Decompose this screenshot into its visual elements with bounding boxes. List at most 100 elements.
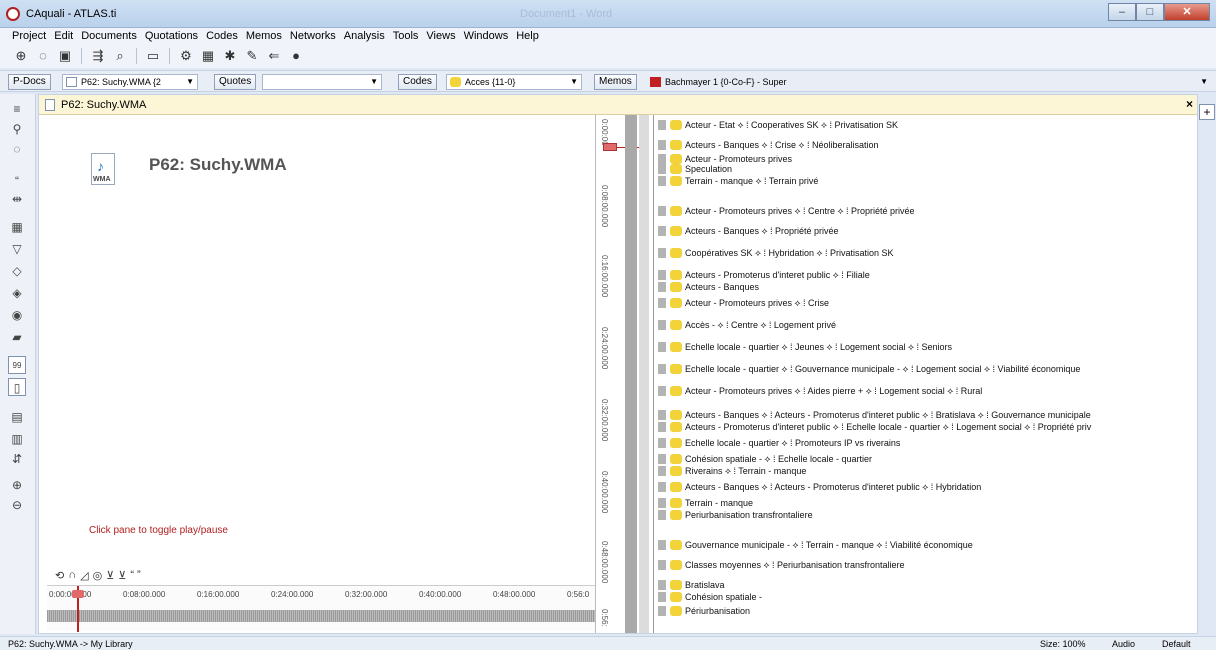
margin-code-row[interactable]: Echelle locale - quartier ⟡ ⁞ Jeunes ⟡ ⁞… (658, 341, 952, 353)
split-view-icon[interactable]: ▤ (8, 408, 26, 426)
margin-code-row[interactable]: Accès - ⟡ ⁞ Centre ⟡ ⁞ Logement privé (658, 319, 836, 331)
settings-icon[interactable]: ◎ (93, 569, 103, 582)
quotation-bracket[interactable] (658, 342, 666, 352)
mark-start-icon[interactable]: ⊻ (106, 569, 114, 582)
audio-timeline[interactable]: 0:00:00.000 0:08:00.000 0:16:00.000 0:24… (47, 585, 595, 632)
bomb-icon[interactable]: ● (287, 47, 305, 65)
quotation-bracket[interactable] (658, 386, 666, 396)
menu-analysis[interactable]: Analysis (340, 28, 389, 44)
code-grid-icon[interactable]: ▦ (8, 218, 26, 236)
code-circle-icon[interactable]: ◉ (8, 306, 26, 324)
memos-button[interactable]: Memos (594, 74, 637, 90)
margin-code-row[interactable]: Acteurs - Promoterus d'interet public ⟡ … (658, 269, 870, 281)
search-binoculars-icon[interactable]: ⌕ (111, 47, 129, 65)
media-player-pane[interactable]: ♪ WMA P62: Suchy.WMA Click pane to toggl… (47, 115, 595, 633)
quotation-bracket[interactable] (658, 226, 666, 236)
split-horizontal-icon[interactable]: ▥ (8, 430, 26, 448)
margin-code-row[interactable]: Périurbanisation (658, 605, 750, 617)
font-size-icon[interactable]: 99 (8, 356, 26, 374)
minimize-button[interactable]: – (1108, 3, 1136, 21)
menu-memos[interactable]: Memos (242, 28, 286, 44)
quotation-bar-light[interactable] (639, 115, 649, 633)
margin-code-row[interactable]: Coopératives SK ⟡ ⁞ Hybridation ⟡ ⁞ Priv… (658, 247, 894, 259)
margin-code-row[interactable]: Acteurs - Banques (658, 281, 759, 293)
margin-code-row[interactable]: Gouvernance municipale - ⟡ ⁞ Terrain - m… (658, 539, 973, 551)
query-tool-icon[interactable]: ⚙ (177, 47, 195, 65)
quotation-bracket[interactable] (658, 298, 666, 308)
quotation-bracket[interactable] (658, 438, 666, 448)
back-arrow-icon[interactable]: ⇐ (265, 47, 283, 65)
quote-selector[interactable]: ▼ (262, 74, 382, 90)
quotation-bracket[interactable] (658, 248, 666, 258)
margin-code-row[interactable]: Bratislava (658, 579, 725, 591)
list-icon[interactable]: ≡ (8, 100, 26, 118)
quotation-bracket[interactable] (658, 422, 666, 432)
menu-tools[interactable]: Tools (389, 28, 423, 44)
quotation-bracket[interactable] (658, 560, 666, 570)
close-document-icon[interactable]: × (1186, 97, 1193, 111)
quotation-bracket[interactable] (658, 282, 666, 292)
margin-toggle-icon[interactable]: ▯ (8, 378, 26, 396)
close-button[interactable]: ✕ (1164, 3, 1210, 21)
mark-end-icon[interactable]: ⊻ (118, 569, 126, 582)
quotation-bracket[interactable] (658, 410, 666, 420)
quotation-bracket[interactable] (658, 606, 666, 616)
quotation-bracket[interactable] (658, 364, 666, 374)
pdocs-button[interactable]: P-Docs (8, 74, 51, 90)
code-selector[interactable]: Acces {11-0} ▼ (446, 74, 582, 90)
margin-code-row[interactable]: Acteur - Etat ⟡ ⁞ Cooperatives SK ⟡ ⁞ Pr… (658, 119, 898, 131)
waveform[interactable] (47, 610, 595, 622)
quotation-bracket[interactable] (658, 466, 666, 476)
menu-windows[interactable]: Windows (460, 28, 513, 44)
margin-code-row[interactable]: Acteur - Promoteurs prives ⟡ ⁞ Aides pie… (658, 385, 982, 397)
volume-icon[interactable]: ◿ (80, 569, 88, 582)
quotation-bracket[interactable] (658, 206, 666, 216)
code-filter-icon[interactable]: ▽ (8, 240, 26, 258)
pdoc-selector[interactable]: P62: Suchy.WMA {2 ▼ (62, 74, 198, 90)
tools-wrench-icon[interactable]: ✎ (243, 47, 261, 65)
margin-code-row[interactable]: Terrain - manque ⟡ ⁞ Terrain privé (658, 175, 818, 187)
status-zoom[interactable]: Size: 100% (1040, 639, 1086, 649)
code-eye-icon[interactable]: ◈ (8, 284, 26, 302)
quote-marks-icon[interactable]: “ (8, 172, 26, 190)
quotation-bar[interactable] (625, 115, 637, 633)
margin-code-row[interactable]: Acteurs - Banques ⟡ ⁞ Crise ⟡ ⁞ Néoliber… (658, 139, 878, 151)
quote-menu-icon[interactable]: “ ” (130, 569, 140, 582)
margin-code-row[interactable]: Acteurs - Banques ⟡ ⁞ Acteurs - Promoter… (658, 409, 1091, 421)
quotation-bracket[interactable] (658, 510, 666, 520)
quote-range-icon[interactable]: ⇹ (8, 190, 26, 208)
quotation-bracket[interactable] (658, 580, 666, 590)
quotation-bracket[interactable] (658, 498, 666, 508)
save-icon[interactable]: ▣ (56, 47, 74, 65)
menu-edit[interactable]: Edit (50, 28, 77, 44)
headphones-icon[interactable]: ∩ (68, 569, 76, 582)
playhead-handle[interactable] (72, 586, 84, 632)
comment-bubble-icon[interactable]: ◌ (8, 140, 26, 158)
quotation-bracket[interactable] (658, 540, 666, 550)
margin-code-row[interactable]: Terrain - manque (658, 497, 753, 509)
margin-code-row[interactable]: Cohésion spatiale - (658, 591, 762, 603)
zoom-search-icon[interactable]: ⚲ (8, 120, 26, 138)
new-doc-icon[interactable]: ⊕ (12, 47, 30, 65)
document-tab[interactable]: P62: Suchy.WMA × (39, 95, 1197, 115)
margin-code-row[interactable]: Cohésion spatiale - ⟡ ⁞ Echelle locale -… (658, 453, 872, 465)
memo-selector[interactable]: Bachmayer 1 {0-Co-F} - Super ▼ (646, 74, 1212, 90)
margin-code-row[interactable]: Speculation (658, 163, 732, 175)
margin-code-row[interactable]: Acteur - Promoteurs prives ⟡ ⁞ Centre ⟡ … (658, 205, 914, 217)
menu-documents[interactable]: Documents (77, 28, 141, 44)
cooccurrence-icon[interactable]: ▦ (199, 47, 217, 65)
code-list-icon[interactable]: ◇ (8, 262, 26, 280)
quotation-bracket[interactable] (658, 140, 666, 150)
margin-code-row[interactable]: Echelle locale - quartier ⟡ ⁞ Gouvernanc… (658, 363, 1080, 375)
margin-code-row[interactable]: Classes moyennes ⟡ ⁞ Periurbanisation tr… (658, 559, 905, 571)
quotation-bracket[interactable] (658, 320, 666, 330)
zoom-in-icon[interactable]: ⊕ (8, 476, 26, 494)
quotation-bracket[interactable] (658, 176, 666, 186)
side-panel-plus-icon[interactable]: + (1199, 104, 1215, 120)
codes-button[interactable]: Codes (398, 74, 437, 90)
assign-icon[interactable]: ⇶ (89, 47, 107, 65)
quotation-bracket[interactable] (658, 592, 666, 602)
margin-code-row[interactable]: Acteurs - Promoterus d'interet public ⟡ … (658, 421, 1091, 433)
menu-project[interactable]: Project (8, 28, 50, 44)
margin-code-row[interactable]: Echelle locale - quartier ⟡ ⁞ Promoteurs… (658, 437, 900, 449)
